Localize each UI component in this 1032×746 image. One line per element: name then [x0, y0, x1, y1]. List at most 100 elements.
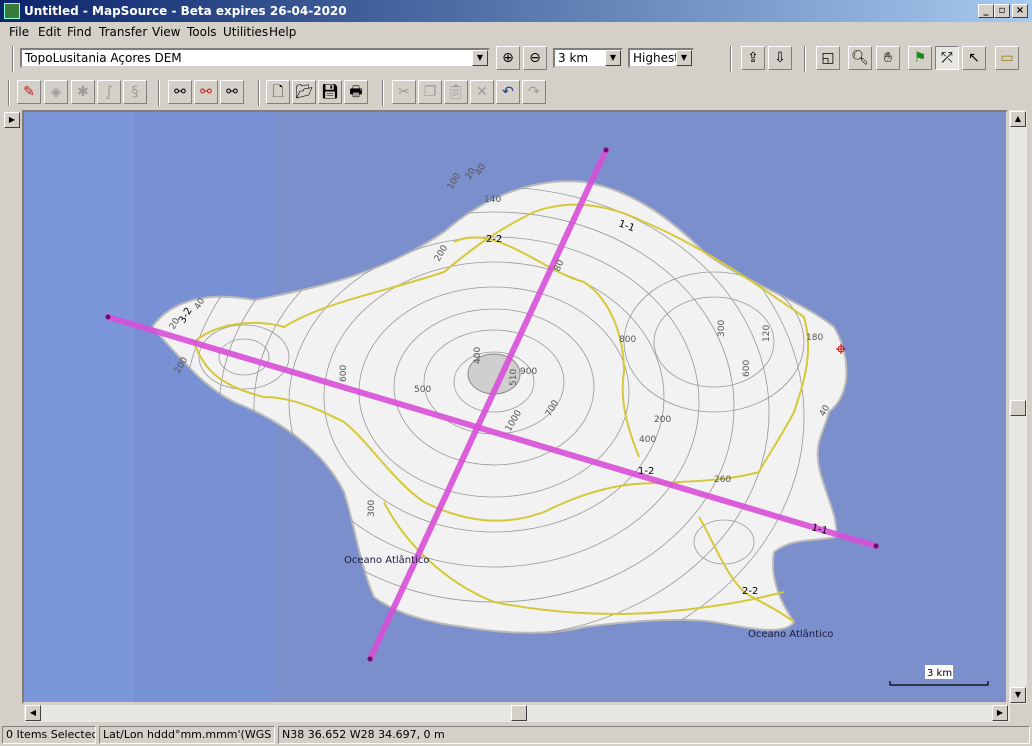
menu-transfer[interactable]: Transfer: [99, 25, 147, 39]
send-to-device-button[interactable]: ⇪: [741, 46, 765, 70]
scissors-icon: ✂: [398, 84, 410, 100]
horizontal-scrollbar[interactable]: ◀ ▶: [24, 705, 1010, 722]
scroll-left-button[interactable]: ◀: [25, 705, 41, 721]
restore-button[interactable]: ▫: [994, 4, 1010, 18]
menu-help[interactable]: Help: [269, 25, 296, 39]
open-button[interactable]: 📂︎: [292, 80, 316, 104]
zoom-tool-button[interactable]: 🔍︎: [848, 46, 872, 70]
minimize-button[interactable]: _: [978, 4, 994, 18]
vertical-scroll-thumb[interactable]: [1010, 400, 1026, 416]
find-places-icon: ⚯: [200, 84, 212, 100]
map-select-icon: ◱: [821, 50, 835, 66]
contour-label: 800: [619, 335, 636, 345]
paste-button[interactable]: 📋︎: [444, 80, 468, 104]
scale-bar-label: 3 km: [927, 668, 952, 679]
route-endpoint[interactable]: [367, 656, 373, 662]
contour-label: 900: [520, 367, 537, 377]
printer-icon: 🖶︎: [349, 84, 363, 100]
zoom-out-button[interactable]: ⊖: [523, 46, 547, 70]
vertical-scrollbar[interactable]: ▲ ▼: [1009, 110, 1027, 704]
detail-level-value: Highest: [633, 51, 679, 65]
scroll-up-button[interactable]: ▲: [1010, 111, 1026, 127]
receive-from-device-button[interactable]: ⇩: [768, 46, 792, 70]
map-product-value: TopoLusitania Açores DEM: [25, 51, 182, 65]
menu-edit[interactable]: Edit: [38, 25, 61, 39]
delete-button[interactable]: ✕: [470, 80, 494, 104]
toolbar-separator: [158, 80, 160, 106]
zoom-in-icon: ⊕: [502, 50, 514, 66]
zoom-scale-select[interactable]: 3 km ▼: [553, 48, 623, 68]
pan-tool-button[interactable]: ✋︎: [876, 46, 900, 70]
chevron-down-icon[interactable]: ▼: [605, 50, 621, 66]
route-tool-button[interactable]: ⤱: [935, 46, 959, 70]
pointer-icon: ↖: [968, 50, 980, 66]
distance-tool-button[interactable]: ▭: [995, 46, 1019, 70]
new-button[interactable]: 🗋︎: [266, 80, 290, 104]
save-icon: 💾︎: [321, 84, 339, 100]
zoom-in-button[interactable]: ⊕: [496, 46, 520, 70]
expand-panel-button[interactable]: ▶: [4, 112, 20, 128]
chevron-down-icon[interactable]: ▼: [472, 50, 488, 66]
menu-file[interactable]: File: [9, 25, 29, 39]
contour-label: 500: [414, 385, 431, 395]
scroll-down-button[interactable]: ▼: [1010, 687, 1026, 703]
select-map-tool-button[interactable]: ◱: [816, 46, 840, 70]
route-endpoint[interactable]: [873, 543, 879, 549]
contour-label: 120: [762, 325, 772, 342]
selection-tool-button[interactable]: ↖: [962, 46, 986, 70]
contour-label: 400: [639, 435, 656, 445]
toolbar-separator: [730, 46, 732, 72]
map-product-select[interactable]: TopoLusitania Açores DEM ▼: [20, 48, 490, 68]
contour-label: 300: [367, 500, 377, 517]
magnifier-icon: 🔍︎: [851, 50, 869, 66]
send-to-device-icon: ⇪: [747, 50, 759, 66]
route-tool-3-button[interactable]: ✱: [71, 80, 95, 104]
menu-view[interactable]: View: [152, 25, 180, 39]
route-tool-5-button[interactable]: §: [123, 80, 147, 104]
redo-button[interactable]: ↷: [522, 80, 546, 104]
road-label: 2-2: [486, 234, 502, 245]
redo-icon: ↷: [528, 84, 540, 100]
waypoint-tool-button[interactable]: ⚑: [908, 46, 932, 70]
receive-from-device-icon: ⇩: [774, 50, 786, 66]
binoculars-icon: ⚯: [174, 84, 186, 100]
road-label: 1-2: [638, 466, 654, 477]
route-reverse-icon: ∫: [105, 84, 113, 100]
sea-area-west: [24, 112, 134, 702]
chevron-down-icon[interactable]: ▼: [676, 50, 692, 66]
find-button[interactable]: ⚯: [168, 80, 192, 104]
map-view[interactable]: 100 20 40 140 200 80 400 510 900 1000 70…: [22, 110, 1008, 704]
undo-button[interactable]: ↶: [496, 80, 520, 104]
title-bar: Untitled - MapSource - Beta expires 26-0…: [0, 0, 1032, 22]
paste-icon: 📋︎: [447, 84, 465, 100]
route-endpoint[interactable]: [603, 147, 609, 153]
route-tool-4-button[interactable]: ∫: [97, 80, 121, 104]
menu-find[interactable]: Find: [67, 25, 92, 39]
map-canvas[interactable]: 100 20 40 140 200 80 400 510 900 1000 70…: [24, 112, 1006, 702]
menu-tools[interactable]: Tools: [187, 25, 217, 39]
flag-icon: ⚑: [913, 50, 927, 66]
scroll-right-button[interactable]: ▶: [992, 705, 1008, 721]
copy-button[interactable]: ❐: [418, 80, 442, 104]
menu-utilities[interactable]: Utilities: [223, 25, 268, 39]
print-button[interactable]: 🖶︎: [344, 80, 368, 104]
detail-level-select[interactable]: Highest ▼: [628, 48, 694, 68]
hand-icon: ✋︎: [884, 50, 892, 66]
close-button[interactable]: ×: [1012, 4, 1028, 18]
app-icon: [4, 3, 20, 19]
route-properties-button[interactable]: ✎: [17, 80, 41, 104]
cut-button[interactable]: ✂: [392, 80, 416, 104]
place-label-ocean-west: Oceano Atlântico: [344, 554, 429, 566]
save-button[interactable]: 💾︎: [318, 80, 342, 104]
horizontal-scroll-thumb[interactable]: [511, 705, 527, 721]
contour-label: 600: [742, 360, 752, 377]
status-cursor-position: N38 36.652 W28 34.697, 0 m: [278, 726, 1030, 744]
route-endpoint[interactable]: [105, 314, 111, 320]
road-label: 2-2: [742, 586, 758, 597]
route-eraser-button[interactable]: ◈: [44, 80, 68, 104]
contour-label: 300: [717, 320, 727, 337]
contour-label: 140: [484, 195, 501, 205]
delete-icon: ✕: [476, 84, 488, 100]
find-nearest-button[interactable]: ⚯: [220, 80, 244, 104]
find-places-button[interactable]: ⚯: [194, 80, 218, 104]
